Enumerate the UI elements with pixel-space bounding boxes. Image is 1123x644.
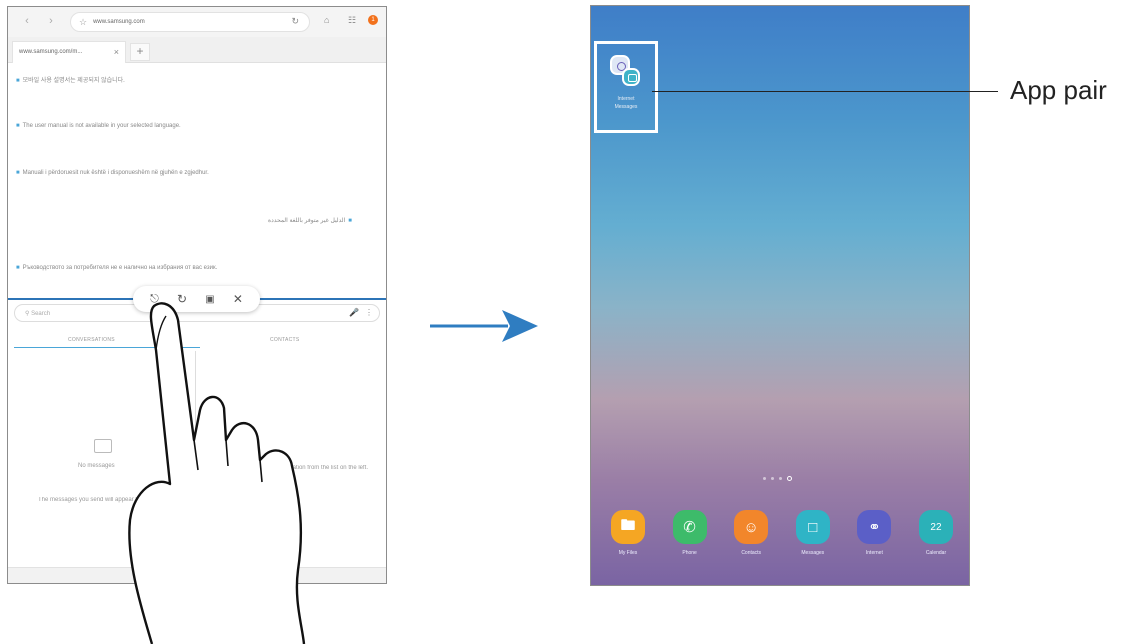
- app-pair-shortcut[interactable]: Internet Messages: [594, 41, 658, 133]
- home-icon[interactable]: ⌂: [324, 15, 329, 25]
- new-tab-button[interactable]: +: [130, 43, 150, 61]
- calendar-icon: 22: [918, 510, 953, 544]
- empty-body: The messages you send will appear here.: [38, 497, 150, 503]
- tab-strip: www.samsung.com/m... × +: [8, 37, 386, 63]
- dock-app-my-files[interactable]: 🖿 My Files: [601, 510, 655, 556]
- illustration: ‹ › ☆ www.samsung.com ↻ ⌂ ☷ 1 www.samsun…: [0, 0, 1123, 644]
- phone-icon: ✆: [672, 510, 707, 544]
- swap-windows-icon[interactable]: ↻: [177, 292, 187, 306]
- search-icon: ⚲: [25, 311, 30, 317]
- dock-app-calendar[interactable]: 22 Calendar: [909, 510, 963, 556]
- dock-label: Messages: [801, 550, 825, 556]
- back-icon[interactable]: ‹: [16, 15, 38, 27]
- dock-label: Contacts: [741, 550, 762, 556]
- dock-label: Internet: [865, 550, 883, 556]
- close-split-icon[interactable]: ✕: [233, 292, 243, 306]
- page-dot: [771, 477, 774, 480]
- app-pair-callout: App pair: [1010, 75, 1107, 105]
- active-tab-indicator: [14, 347, 200, 348]
- minimize-window-icon[interactable]: ▣: [205, 294, 214, 305]
- internet-icon: ⚭: [857, 510, 892, 544]
- app-pair-icons: [610, 55, 644, 89]
- app-pair-label-messages: Messages: [614, 104, 638, 110]
- app-dock: 🖿 My Files ✆ Phone ☺ Contacts □ Messages…: [601, 510, 963, 556]
- page-dot: [779, 477, 782, 480]
- dock-app-contacts[interactable]: ☺ Contacts: [724, 510, 778, 556]
- content-line: ■ The user manual is not available in you…: [16, 123, 181, 129]
- dock-label: My Files: [618, 550, 638, 556]
- page-dot: [763, 477, 766, 480]
- forward-icon[interactable]: ›: [40, 15, 62, 27]
- right-pane-hint: Select a conversation from the list on t…: [248, 465, 368, 471]
- search-placeholder: Search: [31, 311, 51, 317]
- reload-icon[interactable]: ↻: [291, 16, 299, 27]
- bookmark-star-icon[interactable]: ☆: [79, 17, 87, 28]
- more-options-icon[interactable]: ⋮: [365, 308, 373, 317]
- close-tab-icon[interactable]: ×: [114, 47, 119, 57]
- browser-toolbar: ‹ › ☆ www.samsung.com ↻ ⌂ ☷ 1: [8, 7, 386, 37]
- empty-title: No messages: [78, 463, 115, 469]
- home-screen-tablet: Internet Messages 🖿 My Files ✆ Phone ☺ C…: [590, 5, 970, 586]
- url-text: www.samsung.com: [93, 19, 145, 25]
- notification-badge[interactable]: 1: [368, 15, 378, 25]
- bookmarks-icon[interactable]: ☷: [348, 15, 356, 26]
- dock-label: Phone: [682, 550, 697, 556]
- tab-label: www.samsung.com/m...: [19, 49, 83, 55]
- messages-icon: [622, 68, 640, 86]
- tab-conversations[interactable]: CONVERSATIONS: [68, 337, 115, 343]
- callout-leader-line: [652, 91, 998, 92]
- message-bubble-icon: [94, 439, 112, 453]
- url-field[interactable]: ☆ www.samsung.com ↻: [70, 12, 310, 32]
- messages-icon: □: [795, 510, 830, 544]
- microphone-icon[interactable]: 🎤: [349, 308, 359, 317]
- page-dot-active: [787, 476, 792, 481]
- contacts-icon: ☺: [734, 510, 769, 544]
- folder-icon: 🖿: [611, 510, 645, 544]
- pane-divider: [195, 351, 196, 583]
- split-screen-options-bar: ⎋ ↻ ▣ ✕: [133, 286, 260, 312]
- content-line: ■ 모바일 사용 설명서는 제공되지 않습니다.: [16, 78, 125, 84]
- content-line: ■ Ръководството за потребителя не е налич…: [16, 265, 218, 271]
- dock-app-internet[interactable]: ⚭ Internet: [847, 510, 901, 556]
- add-app-pair-icon[interactable]: ⎋: [150, 293, 159, 306]
- content-line: ■ Manuali i përdoruesit nuk është i dispo…: [16, 170, 209, 176]
- content-line: الدليل غير متوفر باللغة المحددة ■: [268, 218, 352, 224]
- dock-label: Calendar: [925, 550, 947, 556]
- dock-app-phone[interactable]: ✆ Phone: [663, 510, 717, 556]
- bottom-bar: [8, 567, 386, 583]
- page-indicator[interactable]: [763, 476, 792, 481]
- app-pair-label-internet: Internet: [617, 96, 635, 102]
- browser-tab[interactable]: www.samsung.com/m... ×: [12, 41, 126, 63]
- dock-app-messages[interactable]: □ Messages: [786, 510, 840, 556]
- transition-arrow-icon: [430, 310, 538, 342]
- tab-contacts[interactable]: CONTACTS: [270, 337, 300, 343]
